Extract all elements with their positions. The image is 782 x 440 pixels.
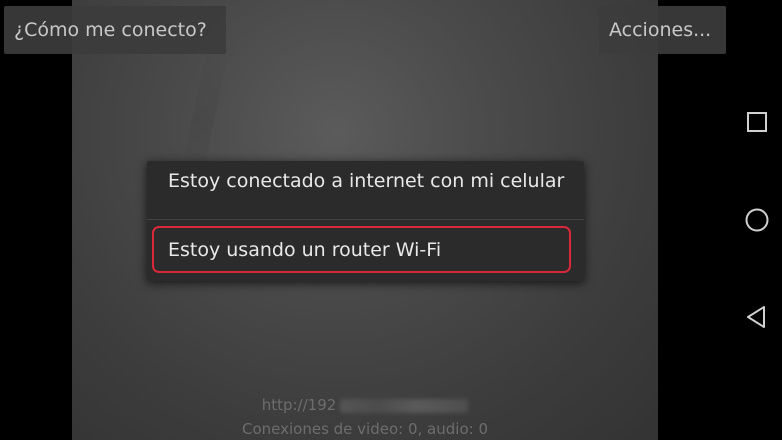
connections-status: Conexiones de video: 0, audio: 0 xyxy=(242,420,488,438)
app-area: ¿Cómo me conecto? Acciones... http://192… xyxy=(0,0,730,440)
connection-menu: Estoy conectado a internet con mi celula… xyxy=(147,161,584,281)
home-circle-icon[interactable] xyxy=(742,205,772,235)
server-url-text: http://192 xyxy=(261,396,337,414)
screen: ¿Cómo me conecto? Acciones... http://192… xyxy=(0,0,782,440)
back-triangle-icon[interactable] xyxy=(742,302,772,332)
actions-button[interactable]: Acciones... xyxy=(599,6,726,54)
menu-item-mobile-internet[interactable]: Estoy conectado a internet con mi celula… xyxy=(147,169,584,221)
navigation-bar xyxy=(730,0,782,440)
menu-divider xyxy=(147,219,584,220)
menu-item-wifi-router[interactable]: Estoy usando un router Wi-Fi xyxy=(147,238,584,268)
how-to-connect-button[interactable]: ¿Cómo me conecto? xyxy=(4,6,226,54)
recents-square-icon[interactable] xyxy=(742,107,772,137)
server-url: http://192 xyxy=(72,396,658,414)
redacted-address xyxy=(340,398,469,413)
